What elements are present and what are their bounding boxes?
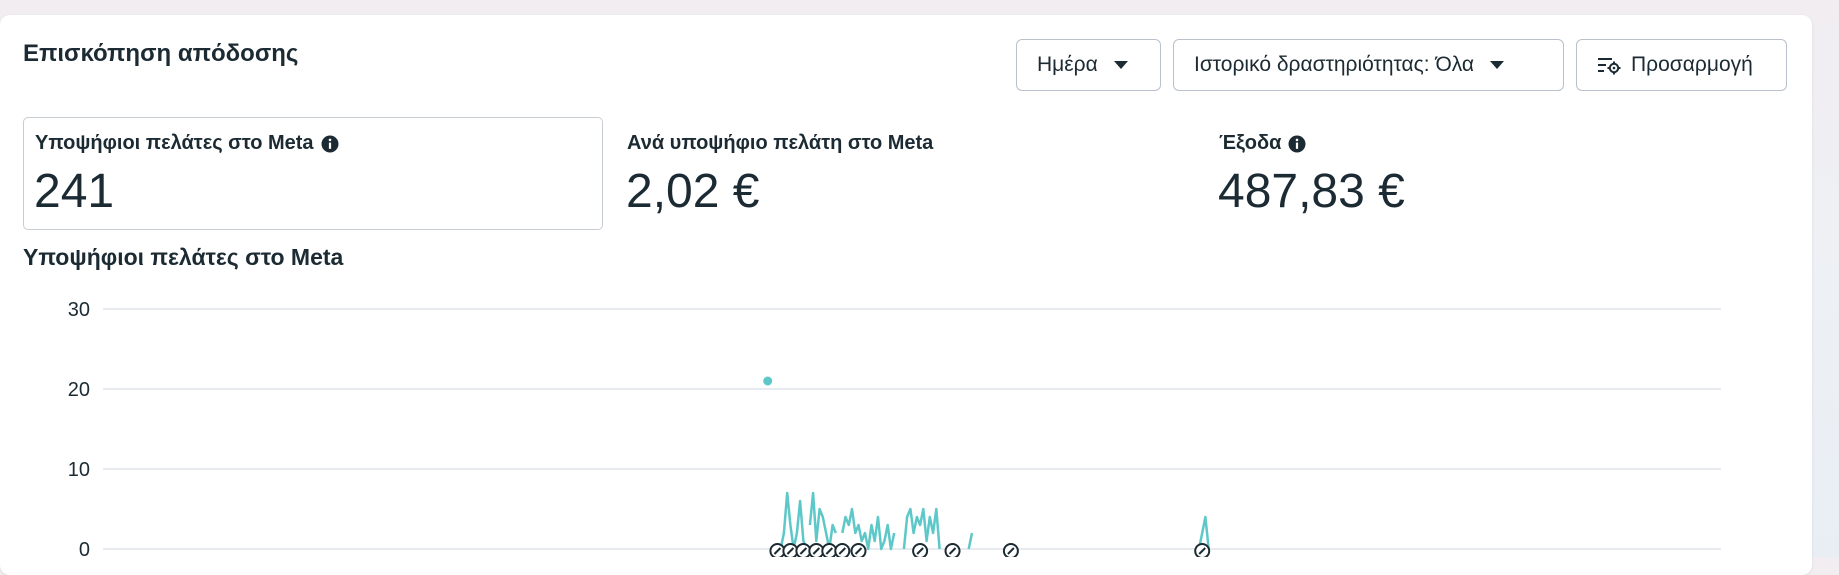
y-tick-label: 20	[68, 379, 90, 401]
activity-marker-icon[interactable]	[795, 543, 812, 557]
y-tick-label: 10	[68, 459, 90, 481]
activity-marker-icon[interactable]	[912, 543, 929, 557]
activity-marker-icon[interactable]	[1002, 543, 1019, 557]
series-line	[779, 491, 808, 551]
chart-series	[763, 376, 1210, 551]
activity-marker-icon[interactable]	[834, 543, 851, 557]
leads-line-chart: 30 20 10 0	[68, 299, 1721, 557]
activity-marker-icon[interactable]	[821, 543, 838, 557]
data-point[interactable]	[763, 376, 773, 386]
chart-annotations	[769, 543, 1211, 557]
series-line	[967, 532, 974, 550]
chart-grid: 30 20 10 0	[68, 299, 1721, 557]
y-tick-label: 30	[68, 299, 90, 321]
series-line	[902, 507, 941, 550]
activity-marker-icon[interactable]	[769, 543, 786, 557]
series-line	[841, 507, 896, 551]
activity-marker-icon[interactable]	[782, 543, 799, 557]
activity-marker-icon[interactable]	[944, 543, 961, 557]
y-tick-label: 0	[79, 539, 90, 557]
activity-marker-icon[interactable]	[850, 543, 867, 557]
series-line	[808, 491, 837, 551]
activity-marker-icon[interactable]	[1194, 543, 1211, 557]
activity-marker-icon[interactable]	[808, 543, 825, 557]
